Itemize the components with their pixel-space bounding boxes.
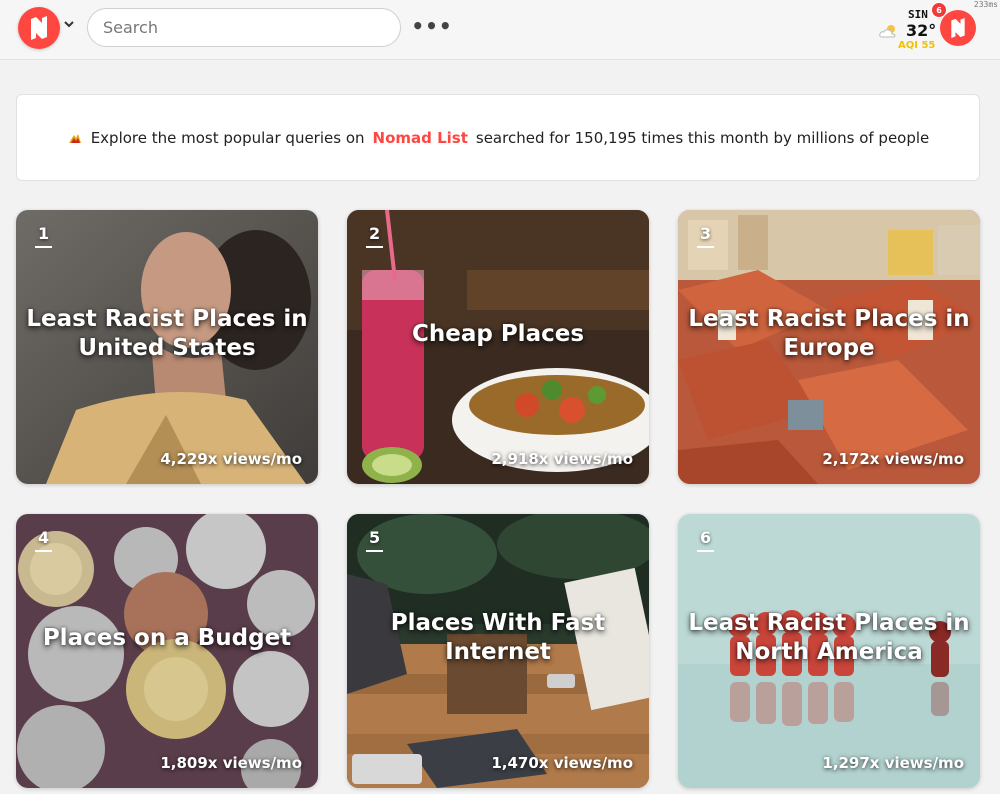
latency-readout: 233ms bbox=[973, 0, 998, 9]
popular-queries-banner: Explore the most popular queries on Noma… bbox=[16, 94, 980, 181]
fire-icon bbox=[68, 133, 81, 143]
more-menu-button[interactable]: ••• bbox=[411, 13, 451, 39]
weather-city: SIN bbox=[908, 8, 928, 21]
top-bar: ••• 233ms SIN 32° AQI 55 6 bbox=[0, 0, 1000, 60]
weather-temperature: 32° bbox=[906, 21, 937, 40]
card-title: Least Racist Places in North America bbox=[688, 610, 970, 665]
card-title: Cheap Places bbox=[411, 320, 585, 347]
card-title: Places on a Budget bbox=[42, 624, 292, 651]
search-input[interactable] bbox=[87, 8, 401, 47]
card-title: Least Racist Places in Europe bbox=[688, 306, 970, 361]
card-views: 1,297x views/mo bbox=[822, 754, 964, 772]
card-views: 2,918x views/mo bbox=[491, 450, 633, 468]
query-card[interactable]: 1 Least Racist Places in United States 4… bbox=[16, 210, 318, 484]
query-card[interactable]: 5 Places With Fast Internet 1,470x views… bbox=[347, 514, 649, 788]
nomad-list-link[interactable]: Nomad List bbox=[373, 129, 468, 147]
query-card[interactable]: 6 Least Racist Places in North America 1… bbox=[678, 514, 980, 788]
query-card[interactable]: 4 Places on a Budget 1,809x views/mo bbox=[16, 514, 318, 788]
banner-text-prefix: Explore the most popular queries on bbox=[90, 128, 365, 147]
card-views: 1,809x views/mo bbox=[160, 754, 302, 772]
air-quality-index: AQI 55 bbox=[898, 40, 936, 51]
card-title: Least Racist Places in United States bbox=[26, 306, 308, 361]
chevron-down-icon[interactable] bbox=[62, 17, 76, 31]
card-views: 2,172x views/mo bbox=[822, 450, 964, 468]
notification-badge[interactable]: 6 bbox=[931, 2, 947, 18]
user-avatar-button[interactable] bbox=[940, 10, 976, 46]
card-title: Places With Fast Internet bbox=[390, 610, 606, 665]
nomad-list-logo-button[interactable] bbox=[18, 7, 60, 49]
partly-cloudy-icon bbox=[879, 25, 896, 38]
card-views: 4,229x views/mo bbox=[160, 450, 302, 468]
query-card[interactable]: 3 Least Racist Places in Europe 2,172x v… bbox=[678, 210, 980, 484]
nomad-logo-icon bbox=[31, 16, 47, 40]
card-views: 1,470x views/mo bbox=[491, 754, 633, 772]
query-card[interactable]: 2 Cheap Places 2,918x views/mo bbox=[347, 210, 649, 484]
banner-text-suffix: searched for 150,195 times this month by… bbox=[475, 128, 930, 147]
nomad-logo-icon bbox=[951, 18, 965, 38]
